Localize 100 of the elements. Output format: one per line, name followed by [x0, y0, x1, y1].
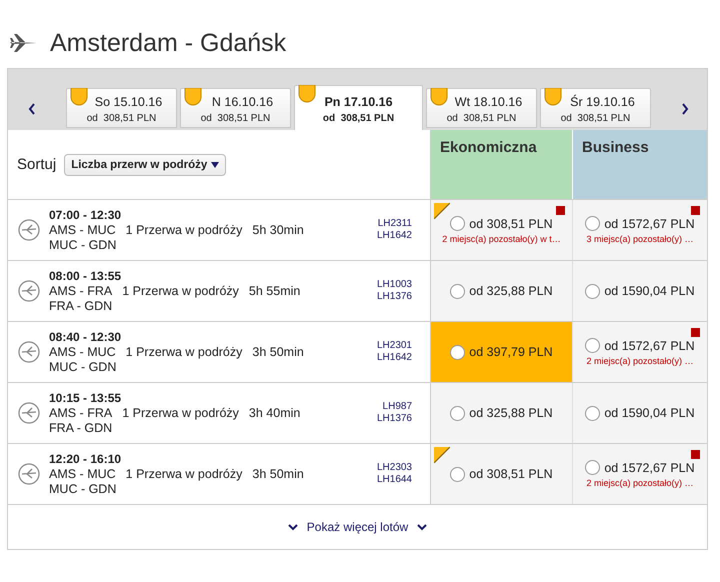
fare-cell[interactable]: od 1572,67 PLN 3 miejsc(a) pozostało(y) …: [573, 200, 707, 260]
route-text: AMS - FRA: [49, 406, 112, 420]
date-tab[interactable]: Śr 19.10.16 od 308,51 PLN: [540, 88, 651, 128]
route-text: FRA - GDN: [49, 420, 112, 436]
flight-number: LH1376: [376, 413, 412, 425]
airline-logo-icon: [18, 219, 40, 241]
flight-number: LH2301: [376, 340, 412, 352]
chevron-down-icon: [417, 524, 428, 530]
next-icon[interactable]: [681, 102, 689, 114]
fare-cell[interactable]: od 1572,67 PLN 2 miejsc(a) pozostało(y) …: [573, 444, 707, 504]
seats-left-note: 2 miejsc(a) pozostało(y) w t…: [442, 234, 561, 244]
tab-price: od 308,51 PLN: [560, 113, 630, 124]
airline-logo-icon: [18, 402, 40, 424]
fare-price: od 325,88 PLN: [469, 406, 553, 420]
route-text: MUC - GDN: [49, 360, 116, 374]
tab-date: Śr 19.10.16: [569, 95, 635, 109]
cabin-header: Business: [573, 130, 707, 199]
fare-cell[interactable]: od 397,79 PLN: [431, 322, 573, 382]
previous-icon[interactable]: [28, 102, 36, 114]
fare-price: od 1590,04 PLN: [604, 406, 695, 420]
airline-logo-icon: [18, 280, 40, 302]
fare-cell[interactable]: od 325,88 PLN: [431, 383, 573, 443]
fare-cell[interactable]: od 308,51 PLN 2 miejsc(a) pozostało(y) w t…: [431, 200, 573, 260]
tab-price: od 308,51 PLN: [446, 113, 516, 124]
fare-price: od 1572,67 PLN: [604, 216, 695, 230]
radio-button[interactable]: [450, 406, 466, 420]
stops-text: 1 Przerwa w podróży: [126, 222, 242, 238]
fare-price: od 308,51 PLN: [469, 467, 553, 481]
fare-price: od 325,88 PLN: [469, 284, 553, 298]
airline-logo-icon: [18, 341, 40, 363]
tab-date: Pn 17.10.16: [324, 95, 393, 109]
radio-button[interactable]: [585, 216, 600, 231]
date-tab[interactable]: N 16.10.16 od 308,51 PLN: [180, 88, 291, 128]
fare-price: od 1590,04 PLN: [604, 284, 695, 298]
flight-number: LH987: [382, 401, 412, 413]
route-text: AMS - MUC: [49, 344, 116, 360]
date-tab[interactable]: So 15.10.16 od 308,51 PLN: [66, 88, 177, 128]
fare-cell[interactable]: od 325,88 PLN: [431, 261, 573, 321]
duration-text: 3h 50min: [252, 466, 304, 482]
radio-button[interactable]: [585, 338, 600, 353]
caret-icon: [211, 162, 220, 168]
flight-times: 08:00 - 13:55: [49, 268, 122, 284]
duration-text: 5h 55min: [248, 284, 300, 298]
tag-icon: [298, 85, 316, 103]
fare-price: od 1572,67 PLN: [604, 460, 695, 474]
flight-number: LH1003: [376, 279, 412, 291]
page-title: Amsterdam - Gdańsk: [50, 28, 286, 58]
route-text: MUC - GDN: [49, 482, 116, 496]
fare-price: od 397,79 PLN: [469, 345, 553, 359]
flight-number: LH2303: [376, 462, 412, 474]
show-more-button[interactable]: Pokaż więcej lotów: [284, 516, 432, 538]
date-tab[interactable]: Wt 18.10.16 od 308,51 PLN: [426, 88, 537, 128]
fare-price: od 308,51 PLN: [469, 216, 553, 230]
stops-text: 1 Przerwa w podróży: [122, 284, 239, 298]
route-text: AMS - FRA: [49, 284, 112, 298]
route-text: AMS - MUC: [49, 466, 116, 482]
sort-label: Sortuj: [17, 156, 56, 173]
tab-date: So 15.10.16: [94, 95, 162, 109]
cabin-header: Ekonomiczna: [431, 130, 573, 199]
stops-text: 1 Przerwa w podróży: [126, 466, 242, 482]
flight-number: LH1642: [376, 352, 412, 364]
flight-number: LH2311: [378, 218, 412, 230]
flight-times: 12:20 - 16:10: [49, 452, 122, 466]
fare-cell[interactable]: od 1590,04 PLN: [573, 383, 707, 443]
radio-button[interactable]: [585, 406, 600, 420]
fare-cell[interactable]: od 1572,67 PLN 2 miejsc(a) pozostało(y) …: [573, 322, 707, 382]
duration-text: 3h 40min: [248, 406, 300, 420]
tab-date: N 16.10.16: [210, 95, 274, 109]
tag-icon: [70, 88, 88, 106]
radio-button[interactable]: [450, 344, 466, 360]
radio-button[interactable]: [585, 460, 600, 475]
tab-price: od 308,51 PLN: [86, 113, 156, 124]
fare-price: od 1572,67 PLN: [604, 338, 695, 352]
flight-number: LH1644: [376, 474, 412, 486]
radio-button[interactable]: [585, 284, 600, 298]
tab-price: od 308,51 PLN: [322, 113, 394, 124]
stops-text: 1 Przerwa w podróży: [126, 344, 242, 360]
airline-logo-icon: [18, 463, 40, 485]
stops-text: 1 Przerwa w podróży: [122, 406, 239, 420]
chevron-down-icon: [288, 524, 298, 530]
radio-button[interactable]: [450, 466, 466, 482]
tag-icon: [544, 88, 562, 106]
sort-dropdown[interactable]: Liczba przerw w podróży: [64, 154, 226, 176]
flight-times: 10:15 - 13:55: [49, 390, 122, 406]
tab-price: od 308,51 PLN: [200, 113, 270, 124]
flight-times: 07:00 - 12:30: [49, 208, 122, 222]
route-text: MUC - GDN: [49, 238, 116, 252]
radio-button[interactable]: [450, 216, 466, 231]
flight-times: 08:40 - 12:30: [49, 330, 122, 344]
flight-number: LH1376: [376, 291, 412, 303]
tab-date: Wt 18.10.16: [454, 95, 522, 109]
flight-number: LH1642: [376, 230, 412, 242]
fare-cell[interactable]: od 1590,04 PLN: [573, 261, 707, 321]
route-text: FRA - GDN: [49, 298, 112, 314]
seats-left-note: 3 miejsc(a) pozostało(y) …: [586, 234, 694, 244]
duration-text: 5h 30min: [252, 222, 304, 238]
date-tab[interactable]: Pn 17.10.16 od 308,51 PLN: [294, 85, 423, 130]
radio-button[interactable]: [450, 284, 466, 298]
tag-icon: [184, 88, 202, 106]
fare-cell[interactable]: od 308,51 PLN: [431, 444, 573, 504]
